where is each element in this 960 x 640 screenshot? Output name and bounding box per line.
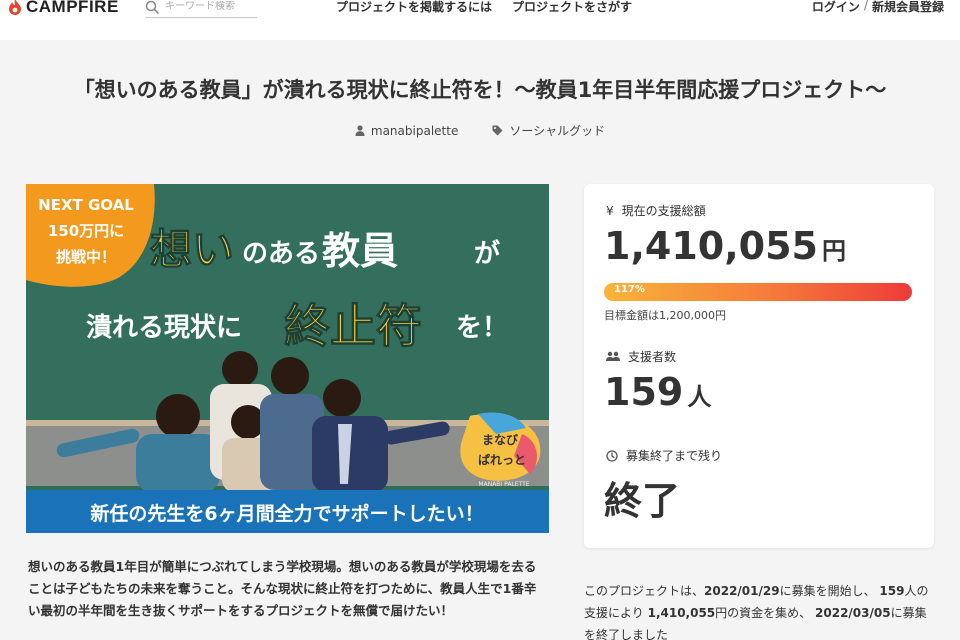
project-hero-image[interactable]: NEXT GOAL 150万円に 挑戦中！ 想い のある 教員 が 潰れる現状に… bbox=[26, 184, 549, 533]
search-icon bbox=[145, 0, 159, 14]
badge-line2: 150万円に bbox=[48, 222, 124, 240]
goal-amount: 目標金額は1,200,000円 bbox=[604, 309, 726, 322]
logo-palette: ぱれっと bbox=[478, 452, 526, 467]
total-label-row: ¥ 現在の支援総額 bbox=[606, 202, 706, 219]
progress-percent: 117% bbox=[614, 284, 645, 295]
project-owner[interactable]: manabipalette bbox=[355, 122, 458, 139]
summary-supporters: 159 bbox=[879, 584, 905, 598]
project-category[interactable]: ソーシャルグッド bbox=[492, 122, 605, 139]
category-name: ソーシャルグッド bbox=[509, 124, 606, 138]
progress-fill bbox=[604, 283, 912, 301]
yen-icon: ¥ bbox=[606, 203, 614, 218]
project-meta: manabipalette ソーシャルグッド bbox=[0, 122, 960, 139]
summary-start-date: 2022/01/29 bbox=[704, 584, 780, 598]
nav-find-project-link[interactable]: プロジェクトをさがす bbox=[512, 0, 632, 15]
summary-part2: に募集を開始し、 bbox=[779, 584, 876, 598]
supporters-icon bbox=[606, 351, 620, 361]
funding-stats-card: ¥ 現在の支援総額 1,410,055 円 117% 目標金額は1,200,000… bbox=[584, 184, 934, 548]
project-title: 「想いのある教員」が潰れる現状に終止符を！〜教員1年目半年間応援プロジェクト〜 bbox=[73, 78, 887, 102]
project-description: 想いのある教員1年目が簡単につぶれてしまう学校現場。想いのある教員が学校現場を去… bbox=[28, 559, 537, 618]
headline-ga: が bbox=[474, 238, 500, 269]
headline-omoi: 想い bbox=[150, 225, 234, 274]
summary-end-date: 2022/03/05 bbox=[815, 606, 891, 620]
supporters-label-row: 支援者数 bbox=[606, 348, 676, 365]
headline-wo: を！ bbox=[456, 313, 508, 343]
auth-links: ログイン / 新規会員登録 bbox=[812, 0, 944, 15]
auth-separator: / bbox=[863, 0, 868, 12]
remaining-label: 募集終了まで残り bbox=[626, 449, 723, 463]
flame-icon bbox=[9, 0, 21, 15]
logo-text: CAMPFIRE bbox=[26, 0, 119, 16]
owner-name: manabipalette bbox=[370, 123, 459, 138]
supporters-label: 支援者数 bbox=[628, 350, 677, 364]
headline-kyoin: 教員 bbox=[322, 229, 398, 273]
supporters-count: 159 人 bbox=[604, 370, 711, 414]
headline-tsubureru: 潰れる現状に bbox=[86, 313, 242, 343]
funding-progress-bar: 117% bbox=[604, 283, 912, 301]
nav-post-project-link[interactable]: プロジェクトを掲載するには bbox=[336, 0, 492, 15]
total-amount: 1,410,055 円 bbox=[604, 224, 846, 268]
summary-part1: このプロジェクトは、 bbox=[584, 584, 705, 598]
tag-icon bbox=[492, 125, 503, 136]
project-summary: このプロジェクトは、2022/01/29に募集を開始し、 159人の支援により … bbox=[584, 580, 934, 640]
search-input[interactable] bbox=[165, 1, 253, 12]
campfire-logo[interactable]: CAMPFIRE bbox=[8, 0, 119, 17]
headline-shushifu: 終止符 bbox=[284, 299, 422, 353]
supporters-value: 159 bbox=[604, 370, 684, 414]
hero-graphic: NEXT GOAL 150万円に 挑戦中！ 想い のある 教員 が 潰れる現状に… bbox=[26, 184, 549, 533]
badge-line1: NEXT GOAL bbox=[38, 196, 134, 214]
hero-banner-text: 新任の先生を6ヶ月間全力でサポートしたい！ bbox=[90, 502, 483, 525]
register-link[interactable]: 新規会員登録 bbox=[872, 0, 944, 15]
user-icon bbox=[355, 125, 365, 136]
total-unit: 円 bbox=[821, 237, 846, 265]
search-box[interactable] bbox=[145, 0, 257, 18]
total-value: 1,410,055 bbox=[604, 224, 818, 268]
clock-icon bbox=[606, 449, 618, 462]
logo-manabi: まなび bbox=[482, 432, 519, 447]
logo-caption: MANABI PALETTE bbox=[478, 481, 529, 488]
remaining-value: 終了 bbox=[604, 479, 681, 523]
site-header: CAMPFIRE プロジェクトを掲載するには プロジェクトをさがす ログイン /… bbox=[0, 0, 960, 40]
remaining-label-row: 募集終了まで残り bbox=[606, 447, 722, 464]
login-link[interactable]: ログイン bbox=[812, 0, 860, 15]
badge-line3: 挑戦中！ bbox=[56, 248, 116, 266]
total-label: 現在の支援総額 bbox=[621, 204, 706, 218]
summary-amount: 1,410,055 bbox=[647, 606, 716, 620]
summary-part4: 円の資金を集め、 bbox=[715, 606, 812, 620]
supporters-unit: 人 bbox=[687, 383, 712, 411]
headline-noaru: のある bbox=[242, 239, 320, 269]
